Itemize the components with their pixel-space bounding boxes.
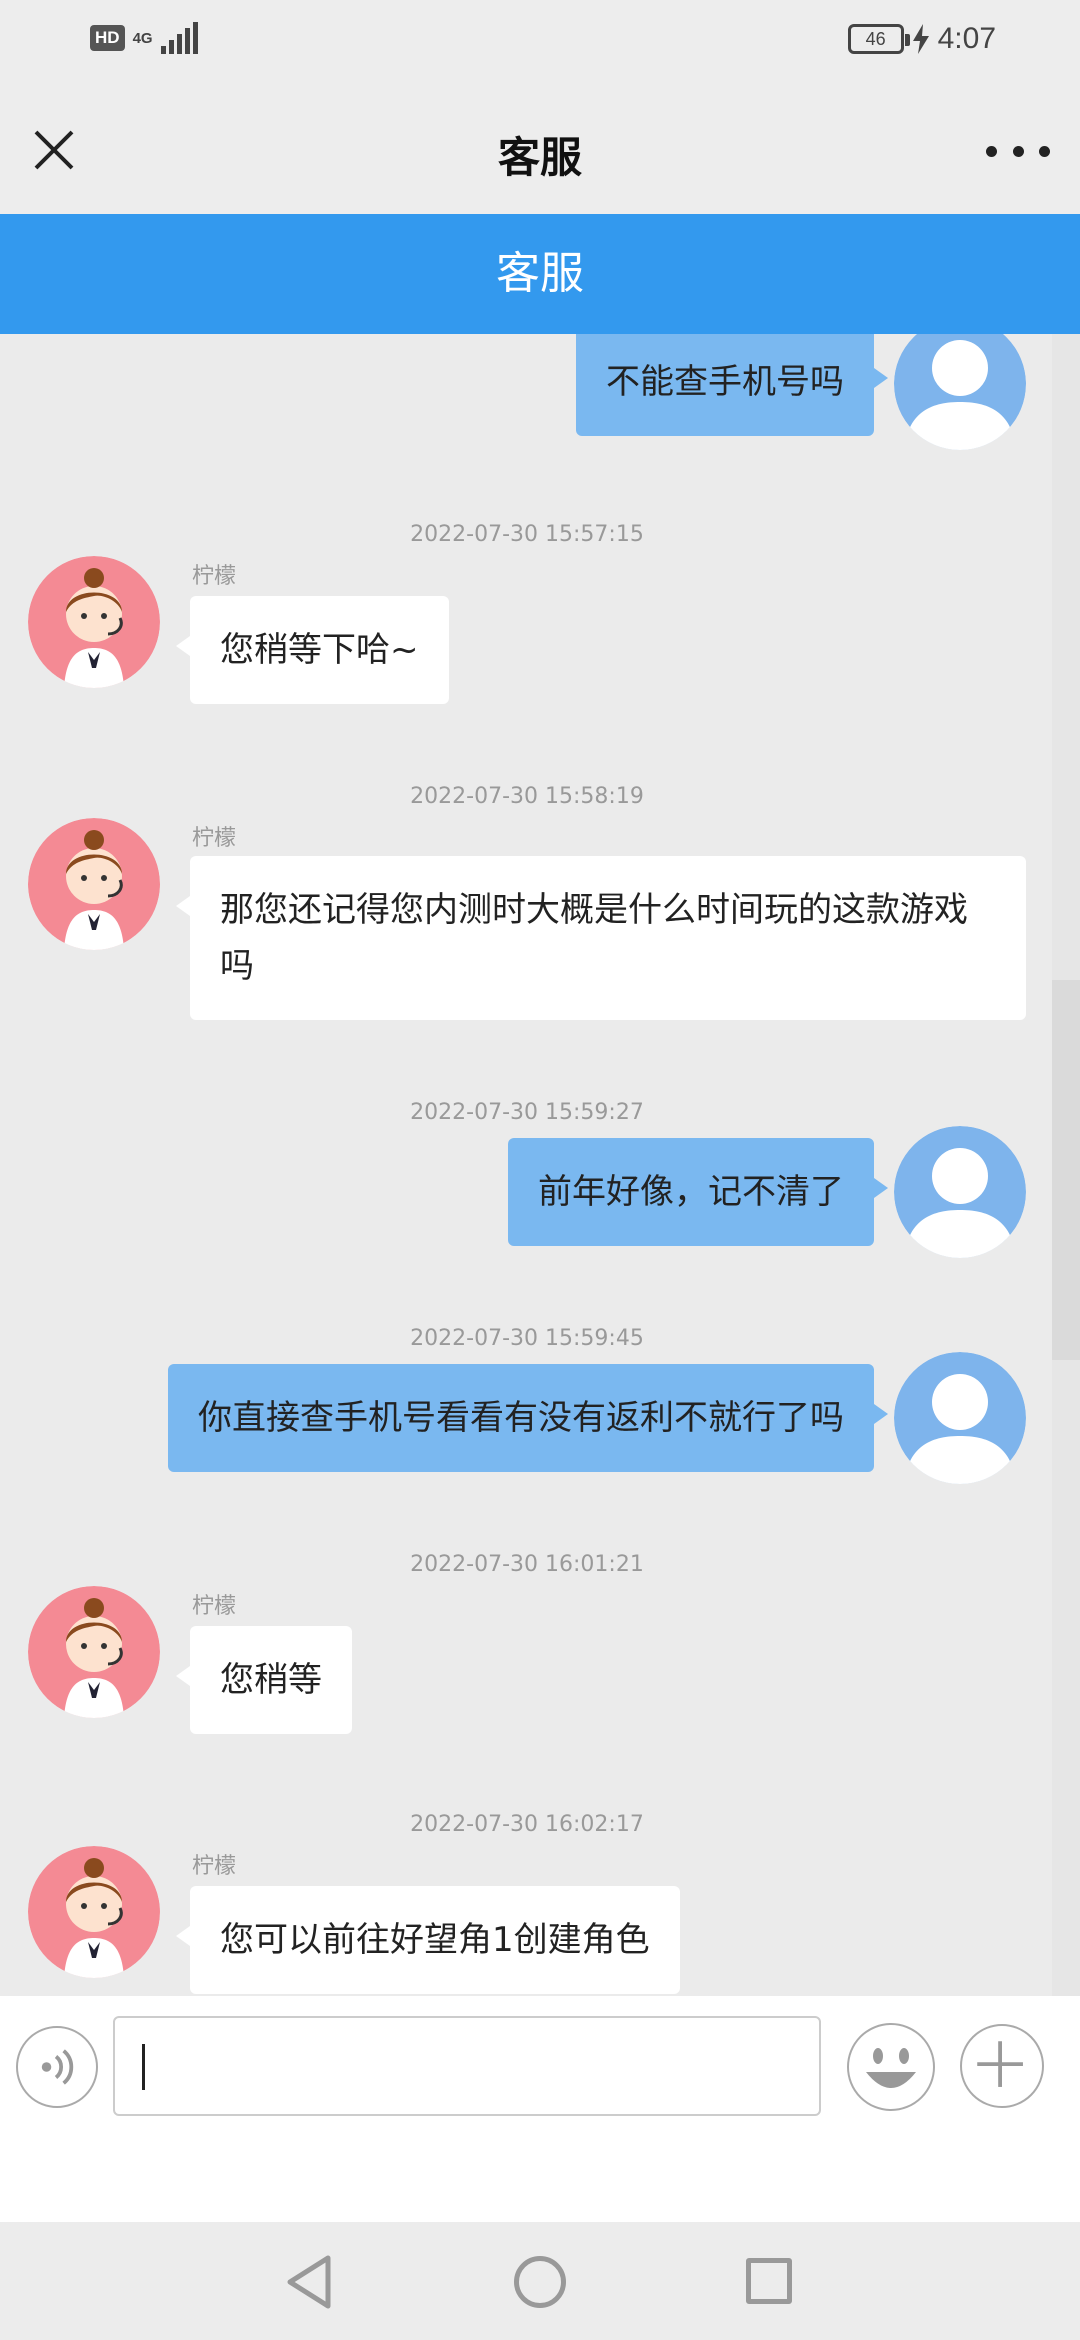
status-left: HD 4G	[90, 22, 198, 54]
user-avatar	[894, 1352, 1026, 1484]
input-bar	[0, 1996, 1080, 2222]
charging-icon	[912, 24, 929, 54]
plus-button[interactable]	[960, 2024, 1044, 2108]
agent-avatar	[28, 818, 160, 950]
status-bar: HD 4G 46 4:07	[0, 0, 1080, 84]
back-nav-icon[interactable]	[284, 2254, 334, 2310]
battery-icon: 46	[847, 24, 910, 54]
user-avatar	[894, 334, 1026, 450]
message-input[interactable]	[113, 2016, 821, 2116]
system-nav-bar	[0, 2222, 1080, 2340]
emoji-icon[interactable]	[846, 2022, 936, 2112]
clock: 4:07	[937, 22, 996, 55]
agent-avatar	[28, 1846, 160, 1978]
agent-name: 柠檬	[192, 1854, 237, 1879]
message-timestamp: 2022-07-30 15:58:19	[410, 784, 644, 809]
service-header: 客服	[0, 214, 1080, 334]
home-nav-icon[interactable]	[514, 2256, 566, 2308]
plus-icon	[977, 2041, 1023, 2087]
status-right: 46 4:07	[847, 22, 996, 56]
message-timestamp: 2022-07-30 16:02:17	[410, 1812, 644, 1837]
agent-message-bubble[interactable]: 您稍等下哈~	[176, 596, 449, 704]
agent-name: 柠檬	[192, 564, 237, 589]
voice-button[interactable]	[16, 2026, 98, 2108]
user-message-bubble[interactable]: 前年好像，记不清了	[508, 1138, 888, 1246]
voice-icon	[41, 2049, 74, 2085]
title-bar: 客服	[0, 84, 1080, 214]
page-title: 客服	[497, 133, 582, 182]
agent-message-bubble[interactable]: 那您还记得您内测时大概是什么时间玩的这款游戏吗	[176, 856, 1026, 1020]
network-type: 4G	[132, 29, 153, 47]
signal-icon	[160, 22, 198, 54]
agent-avatar	[28, 556, 160, 688]
message-timestamp: 2022-07-30 16:01:21	[410, 1552, 644, 1577]
message-timestamp: 2022-07-30 15:59:45	[410, 1326, 644, 1351]
agent-message-bubble[interactable]: 您可以前往好望角1创建角色	[176, 1886, 680, 1994]
recent-apps-icon[interactable]	[746, 2258, 792, 2304]
chat-area[interactable]: 不能查手机号吗 2022-07-30 15:57:15 柠檬 您稍等下哈~ 20…	[0, 334, 1080, 1996]
scrollbar-track[interactable]	[1052, 334, 1080, 1996]
scrollbar-thumb[interactable]	[1052, 980, 1080, 1360]
user-message-bubble[interactable]: 不能查手机号吗	[576, 334, 888, 436]
agent-avatar	[28, 1586, 160, 1718]
more-icon[interactable]	[986, 136, 1050, 166]
hd-badge: HD	[90, 25, 125, 51]
user-avatar	[894, 1126, 1026, 1258]
agent-name: 柠檬	[192, 826, 237, 851]
text-caret	[142, 2044, 145, 2090]
agent-message-bubble[interactable]: 您稍等	[176, 1626, 352, 1734]
agent-name: 柠檬	[192, 1594, 237, 1619]
battery-level: 46	[865, 29, 886, 49]
user-message-bubble[interactable]: 你直接查手机号看看有没有返利不就行了吗	[168, 1364, 888, 1472]
message-timestamp: 2022-07-30 15:57:15	[410, 522, 644, 547]
message-timestamp: 2022-07-30 15:59:27	[410, 1100, 644, 1125]
